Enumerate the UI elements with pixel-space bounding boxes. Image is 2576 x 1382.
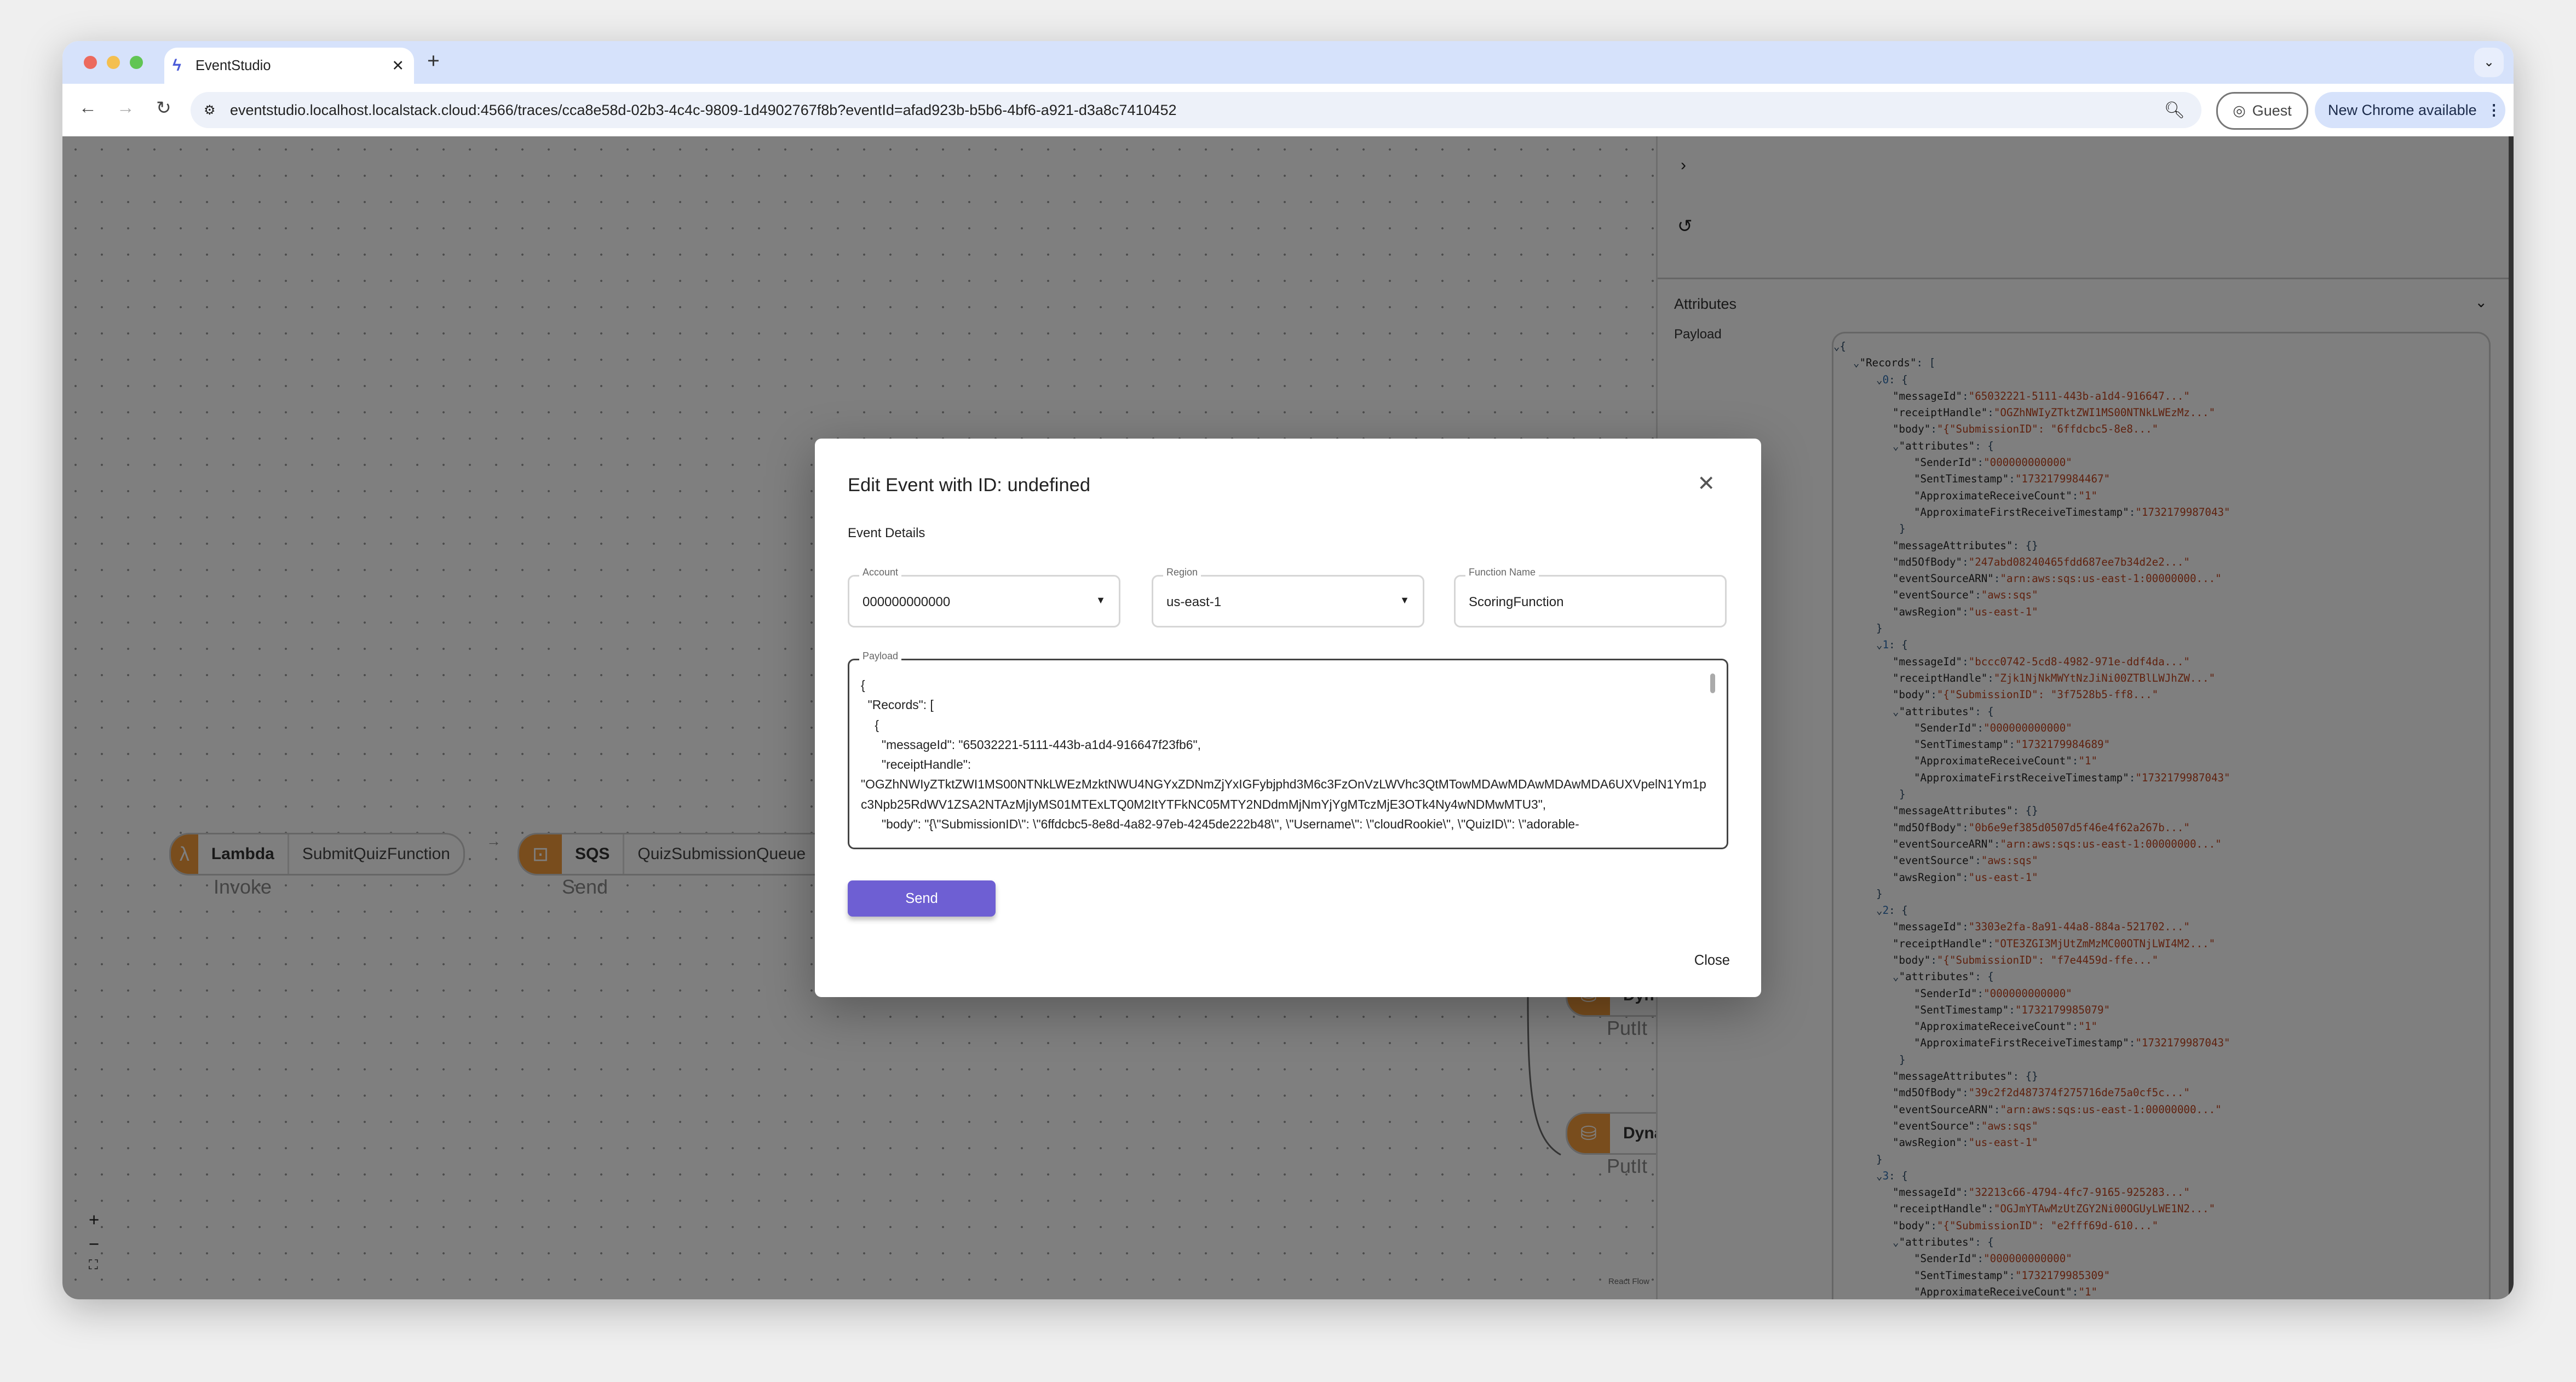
update-chrome-button[interactable]: New Chrome available ⋮	[2315, 92, 2505, 128]
account-label: Account	[859, 567, 902, 578]
edit-event-dialog: Edit Event with ID: undefined ✕ Event De…	[815, 439, 1761, 997]
region-value: us-east-1	[1166, 595, 1222, 609]
dropdown-arrow-icon: ▼	[1400, 595, 1410, 606]
address-bar[interactable]: ⚙ eventstudio.localhost.localstack.cloud…	[191, 92, 2201, 128]
page-content: λ Lambda SubmitQuizFunction Invoke → ⊡ S…	[62, 136, 2514, 1299]
tab-title: EventStudio	[196, 57, 271, 73]
site-settings-icon[interactable]: ⚙	[204, 102, 223, 118]
close-window-button[interactable]	[84, 56, 97, 69]
maximize-window-button[interactable]	[130, 56, 143, 69]
back-arrow-icon[interactable]: ←	[79, 97, 97, 118]
kebab-menu-icon[interactable]: ⋮	[2487, 102, 2502, 119]
dialog-title: Edit Event with ID: undefined	[848, 475, 1091, 496]
account-value: 000000000000	[863, 595, 951, 609]
tab-eventstudio[interactable]: ϟ EventStudio ✕	[164, 48, 414, 84]
minimize-window-button[interactable]	[107, 56, 120, 69]
close-tab-icon[interactable]: ✕	[392, 57, 404, 74]
payload-text[interactable]: { "Records": [ { "messageId": "65032221-…	[861, 675, 1707, 838]
region-select[interactable]: Region us-east-1 ▼	[1152, 567, 1424, 627]
scrollbar-thumb[interactable]	[1710, 673, 1715, 693]
dropdown-arrow-icon: ▼	[1096, 595, 1106, 606]
forward-arrow-icon[interactable]: →	[117, 97, 135, 118]
function-name-input[interactable]: Function Name ScoringFunction	[1454, 567, 1727, 627]
new-tab-button[interactable]: +	[427, 49, 440, 73]
account-select[interactable]: Account 000000000000 ▼	[848, 567, 1120, 627]
browser-toolbar: ← → ↻ ⚙ eventstudio.localhost.localstack…	[62, 84, 2514, 138]
close-icon[interactable]: ✕	[1697, 471, 1715, 496]
reload-icon[interactable]: ↻	[156, 97, 171, 118]
payload-field-label: Payload	[859, 650, 902, 662]
function-name-value: ScoringFunction	[1469, 595, 1564, 609]
section-heading: Event Details	[848, 526, 925, 540]
tab-bar: ϟ EventStudio ✕ + ⌄	[62, 41, 2514, 84]
profile-button[interactable]: ◎ Guest	[2216, 92, 2308, 130]
update-label: New Chrome available	[2328, 101, 2477, 118]
payload-textarea[interactable]: Payload { "Records": [ { "messageId": "6…	[848, 650, 1728, 849]
browser-window: ϟ EventStudio ✕ + ⌄ ← → ↻ ⚙ eventstudio.…	[62, 41, 2514, 1299]
profile-label: Guest	[2252, 102, 2292, 119]
close-button[interactable]: Close	[1694, 953, 1730, 969]
url-text[interactable]: eventstudio.localhost.localstack.cloud:4…	[230, 102, 2164, 119]
zoom-out-magnifier-icon[interactable]: 🔍︎	[2164, 101, 2185, 120]
function-name-label: Function Name	[1465, 567, 1539, 578]
eventstudio-favicon-icon: ϟ	[173, 56, 181, 74]
send-button[interactable]: Send	[848, 880, 996, 917]
region-label: Region	[1163, 567, 1201, 578]
tab-search-chevron-icon[interactable]: ⌄	[2474, 48, 2504, 77]
profile-avatar-icon: ◎	[2233, 102, 2246, 119]
